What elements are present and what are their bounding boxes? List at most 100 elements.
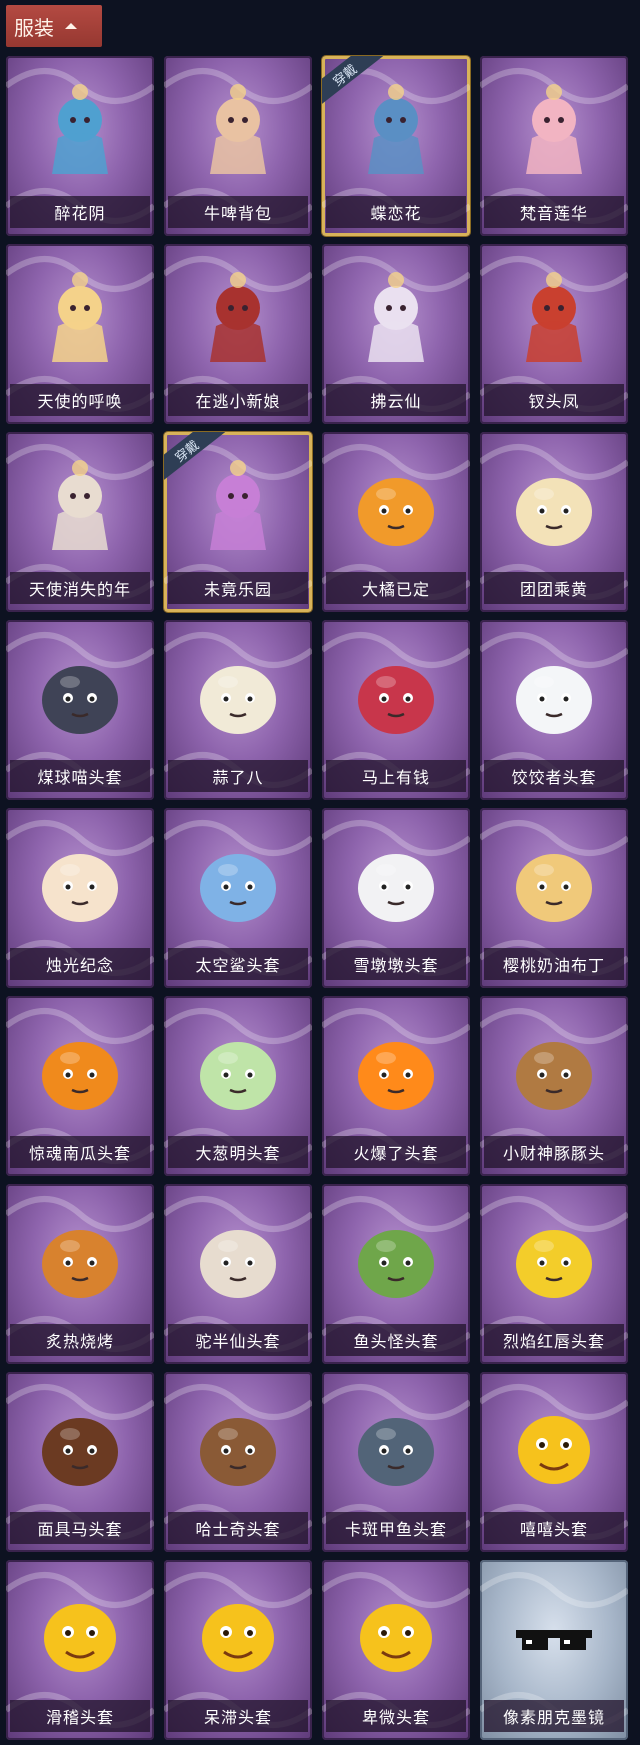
fluffy-beast-head-icon — [516, 478, 592, 546]
red-horse-head-icon — [358, 666, 434, 734]
costume-name: 呆滞头套 — [203, 1708, 272, 1727]
costume-card[interactable]: 呆滞头套 — [164, 1560, 312, 1740]
green-onion-head-icon — [200, 1042, 276, 1110]
card-label-bar: 太空鲨头套 — [168, 948, 308, 980]
costume-card[interactable]: 饺饺者头套 — [480, 620, 628, 800]
costume-card[interactable]: 烈焰红唇头套 — [480, 1184, 628, 1364]
costume-card[interactable]: 煤球喵头套 — [6, 620, 154, 800]
costume-card[interactable]: 烛光纪念 — [6, 808, 154, 988]
card-label-bar: 饺饺者头套 — [484, 760, 624, 792]
costume-card[interactable]: 雪墩墩头套 — [322, 808, 470, 988]
smirk-emoji-head-icon — [44, 1604, 116, 1672]
costume-card[interactable]: 鱼头怪头套 — [322, 1184, 470, 1364]
costume-name: 天使的呼唤 — [37, 392, 123, 411]
costume-card[interactable]: 穿戴 蝶恋花 — [322, 56, 470, 236]
costume-name: 鱼头怪头套 — [353, 1332, 439, 1351]
costume-card[interactable]: 穿戴 未竟乐园 — [164, 432, 312, 612]
costume-name: 梵音莲华 — [519, 204, 588, 223]
costume-name: 火爆了头套 — [353, 1144, 439, 1163]
costume-card[interactable]: 蒜了八 — [164, 620, 312, 800]
costume-card[interactable]: 天使消失的年 — [6, 432, 154, 612]
costume-card[interactable]: 滑稽头套 — [6, 1560, 154, 1740]
costume-card[interactable]: 卑微头套 — [322, 1560, 470, 1740]
card-label-bar: 在逃小新娘 — [168, 384, 308, 416]
costume-name: 大葱明头套 — [195, 1144, 281, 1163]
costume-card[interactable]: 天使的呼唤 — [6, 244, 154, 424]
brown-horse-mask-icon — [42, 1418, 118, 1486]
candle-head-icon — [42, 854, 118, 922]
costume-card[interactable]: 梵音莲华 — [480, 56, 628, 236]
cherry-pudding-head-icon — [516, 854, 592, 922]
costume-card[interactable]: 大葱明头套 — [164, 996, 312, 1176]
card-label-bar: 拂云仙 — [326, 384, 466, 416]
costume-name: 马上有钱 — [361, 768, 430, 787]
costume-card[interactable]: 醉花阴 — [6, 56, 154, 236]
card-label-bar: 煤球喵头套 — [10, 760, 150, 792]
costume-name: 大橘已定 — [361, 580, 430, 599]
card-label-bar: 卡斑甲鱼头套 — [326, 1512, 466, 1544]
costume-card[interactable]: 惊魂南瓜头套 — [6, 996, 154, 1176]
costume-card[interactable]: 牛啤背包 — [164, 56, 312, 236]
costume-name: 卑微头套 — [361, 1708, 430, 1727]
costume-card[interactable]: 炙热烧烤 — [6, 1184, 154, 1364]
costume-name: 拂云仙 — [370, 392, 422, 411]
red-veil-bride-icon — [210, 272, 266, 362]
costume-card[interactable]: 钗头凤 — [480, 244, 628, 424]
costume-card[interactable]: 大橘已定 — [322, 432, 470, 612]
costume-card[interactable]: 马上有钱 — [322, 620, 470, 800]
card-label-bar: 呆滞头套 — [168, 1700, 308, 1732]
dumpling-head-icon — [516, 666, 592, 734]
costume-card[interactable]: 太空鲨头套 — [164, 808, 312, 988]
card-label-bar: 卑微头套 — [326, 1700, 466, 1732]
costume-card[interactable]: 樱桃奶油布丁 — [480, 808, 628, 988]
card-label-bar: 惊魂南瓜头套 — [10, 1136, 150, 1168]
costume-category-toggle[interactable]: 服装 — [6, 5, 102, 47]
costume-name: 钗头凤 — [528, 392, 580, 411]
costume-name: 卡斑甲鱼头套 — [344, 1520, 447, 1539]
costume-name: 团团乘黄 — [519, 580, 588, 599]
spotted-fish-head-icon — [358, 1418, 434, 1486]
costume-name: 烈焰红唇头套 — [502, 1332, 605, 1351]
costume-name: 天使消失的年 — [28, 580, 131, 599]
pumpkin-head-icon — [42, 1042, 118, 1110]
card-label-bar: 未竟乐园 — [168, 572, 308, 604]
costume-card[interactable]: 驼半仙头套 — [164, 1184, 312, 1364]
costume-card[interactable]: 卡斑甲鱼头套 — [322, 1372, 470, 1552]
costume-name: 炙热烧烤 — [45, 1332, 114, 1351]
costume-card[interactable]: 拂云仙 — [322, 244, 470, 424]
costume-name: 饺饺者头套 — [511, 768, 597, 787]
costume-name: 樱桃奶油布丁 — [502, 956, 605, 975]
card-label-bar: 大葱明头套 — [168, 1136, 308, 1168]
costume-name: 在逃小新娘 — [195, 392, 281, 411]
pixel-sunglasses-icon — [516, 1630, 592, 1650]
black-cat-head-icon — [42, 666, 118, 734]
card-label-bar: 雪墩墩头套 — [326, 948, 466, 980]
costume-card[interactable]: 小财神豚豚头 — [480, 996, 628, 1176]
costume-name: 太空鲨头套 — [195, 956, 281, 975]
card-label-bar: 烈焰红唇头套 — [484, 1324, 624, 1356]
cloud-fairy-charm-icon — [368, 272, 424, 362]
space-shark-head-icon — [200, 854, 276, 922]
husky-sunglasses-head-icon — [200, 1418, 276, 1486]
costume-name: 小财神豚豚头 — [502, 1144, 605, 1163]
costume-card[interactable]: 像素朋克墨镜 — [480, 1560, 628, 1740]
costume-card[interactable]: 火爆了头套 — [322, 996, 470, 1176]
card-label-bar: 像素朋克墨镜 — [484, 1700, 624, 1732]
card-label-bar: 蝶恋花 — [326, 196, 466, 228]
card-label-bar: 大橘已定 — [326, 572, 466, 604]
costume-name: 牛啤背包 — [203, 204, 272, 223]
card-label-bar: 面具马头套 — [10, 1512, 150, 1544]
costume-card[interactable]: 团团乘黄 — [480, 432, 628, 612]
dazed-emoji-head-icon — [202, 1604, 274, 1672]
card-label-bar: 火爆了头套 — [326, 1136, 466, 1168]
costume-name: 嘻嘻头套 — [519, 1520, 588, 1539]
card-label-bar: 炙热烧烤 — [10, 1324, 150, 1356]
costume-card[interactable]: 面具马头套 — [6, 1372, 154, 1552]
costume-name: 滑稽头套 — [45, 1708, 114, 1727]
grilled-meat-head-icon — [42, 1230, 118, 1298]
grinning-emoji-head-icon — [518, 1416, 590, 1484]
costume-name: 雪墩墩头套 — [353, 956, 439, 975]
costume-card[interactable]: 在逃小新娘 — [164, 244, 312, 424]
costume-card[interactable]: 嘻嘻头套 — [480, 1372, 628, 1552]
costume-card[interactable]: 哈士奇头套 — [164, 1372, 312, 1552]
